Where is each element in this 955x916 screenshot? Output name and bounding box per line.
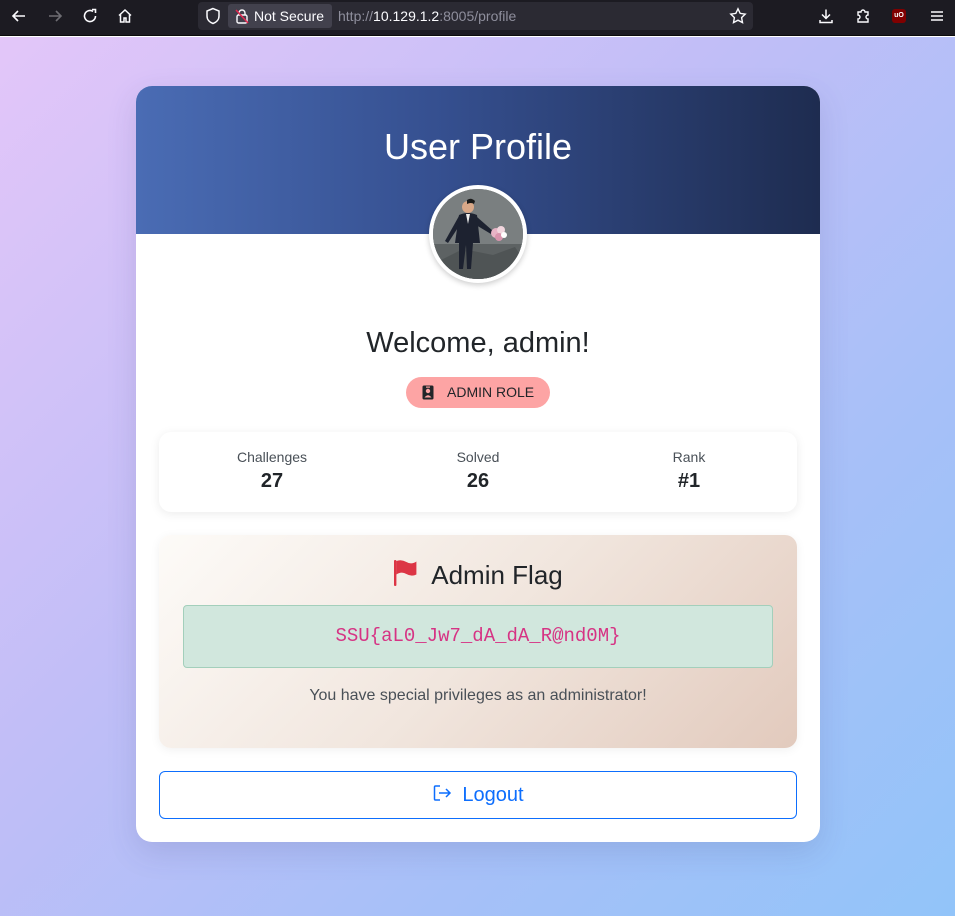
admin-flag-card: Admin Flag SSU{aL0_Jw7_dA_dA_R@nd0M} You… (159, 535, 797, 748)
url-text[interactable]: http://10.129.1.2:8005/profile (338, 2, 516, 30)
stat-challenges: Challenges 27 (166, 432, 378, 512)
home-button[interactable] (111, 4, 139, 28)
stat-solved: Solved 26 (372, 432, 584, 512)
profile-card: User Profile Welcome, admin! ADMIN ROLE … (136, 86, 820, 842)
security-label: Not Secure (254, 8, 325, 24)
stat-rank: Rank #1 (583, 432, 795, 512)
url-scheme: http:// (338, 8, 374, 24)
stat-label: Challenges (236, 449, 308, 465)
menu-button[interactable] (925, 5, 949, 27)
admin-flag-title: Admin Flag (159, 559, 797, 591)
lock-slash-icon (235, 9, 249, 24)
stat-label: Solved (456, 449, 500, 465)
puzzle-icon (857, 9, 869, 23)
extensions-button[interactable] (851, 5, 875, 27)
arrow-right-icon (49, 10, 63, 22)
download-icon (819, 9, 833, 24)
page-title: User Profile (383, 126, 573, 167)
stat-label: Rank (672, 449, 706, 465)
logout-button[interactable]: Logout (159, 771, 797, 819)
ublock-icon: uO (892, 9, 906, 23)
flag-icon (394, 560, 417, 586)
page-background: User Profile Welcome, admin! ADMIN ROLE … (0, 37, 955, 916)
avatar-photo (433, 189, 523, 279)
logout-label: Logout (462, 784, 524, 806)
hamburger-icon (931, 11, 943, 21)
admin-privileges-note: You have special privileges as an admini… (309, 687, 647, 704)
forward-button[interactable] (41, 4, 69, 28)
avatar (429, 185, 527, 283)
home-icon (118, 8, 132, 23)
role-badge: ADMIN ROLE (406, 377, 550, 408)
stats-panel: Challenges 27 Solved 26 Rank #1 (159, 432, 797, 512)
shield-icon[interactable] (204, 7, 222, 25)
stat-value: #1 (677, 470, 701, 492)
id-badge-icon (422, 385, 434, 400)
stat-value: 26 (466, 470, 490, 492)
back-button[interactable] (5, 4, 33, 28)
address-bar[interactable]: Not Secure http://10.129.1.2:8005/profil… (198, 2, 753, 30)
url-path: :8005/profile (439, 8, 517, 24)
ublock-button[interactable]: uO (887, 5, 911, 27)
reload-icon (83, 8, 97, 23)
flag-value[interactable]: SSU{aL0_Jw7_dA_dA_R@nd0M} (183, 605, 773, 668)
star-icon[interactable] (729, 7, 747, 25)
admin-flag-title-text: Admin Flag (431, 560, 563, 590)
url-host: 10.129.1.2 (373, 8, 440, 24)
reload-button[interactable] (76, 4, 104, 28)
site-security-indicator[interactable]: Not Secure (228, 4, 332, 28)
logout-icon (434, 785, 452, 801)
welcome-message: Welcome, admin! (366, 327, 590, 359)
stat-value: 27 (260, 470, 284, 492)
role-badge-label: ADMIN ROLE (447, 384, 535, 400)
downloads-button[interactable] (814, 5, 838, 27)
arrow-left-icon (11, 10, 25, 22)
browser-toolbar: Not Secure http://10.129.1.2:8005/profil… (0, 0, 955, 36)
